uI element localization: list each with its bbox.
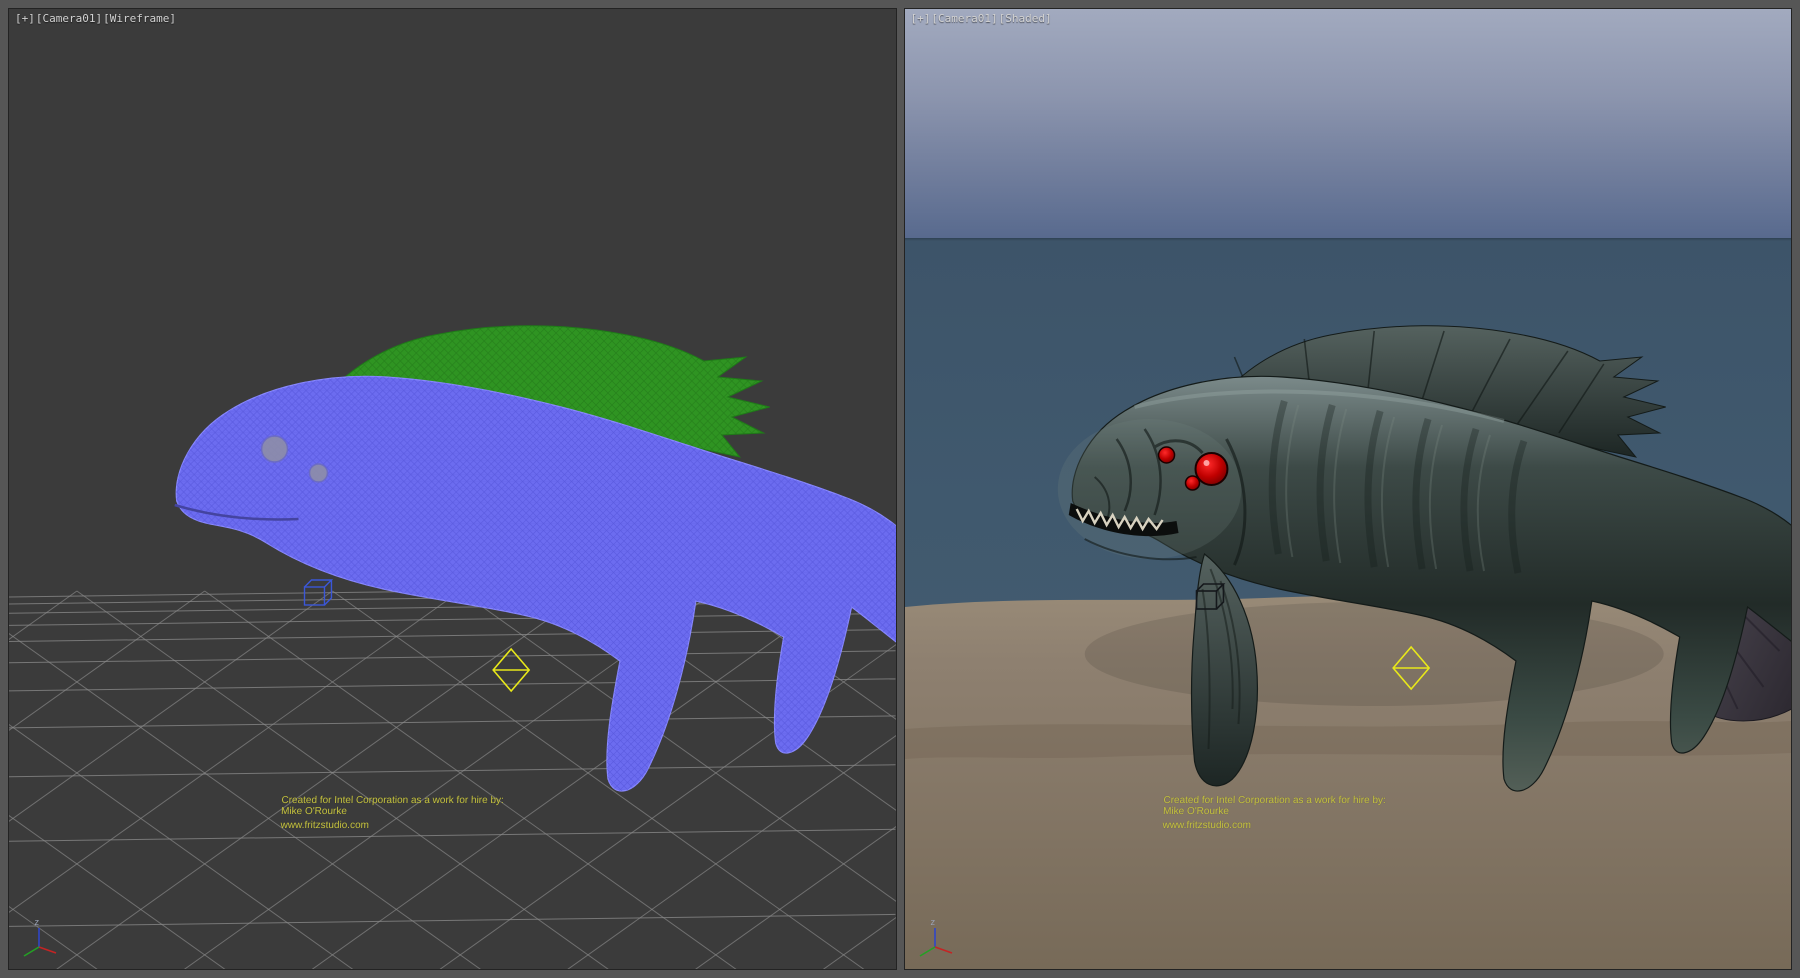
viewport-shaded[interactable]: z Created for Intel Corporation as a wor…	[904, 8, 1793, 970]
box-helper[interactable]	[1196, 584, 1223, 609]
axis-z-label: z	[34, 918, 39, 928]
axis-tripod: z	[19, 913, 63, 961]
axis-z-label: z	[930, 918, 935, 928]
scene-credit-text: Created for Intel Corporation as a work …	[1162, 795, 1386, 831]
viewport-menu-general[interactable]: [+]	[15, 12, 35, 25]
viewport-label: [+][Camera01][Wireframe]	[15, 13, 177, 25]
viewport-area: z Created for Intel Corporation as a wor…	[0, 0, 1800, 978]
axis-tripod: z	[915, 913, 959, 961]
axis-x-line	[935, 947, 952, 953]
viewport-menu-shading[interactable]: [Wireframe]	[103, 12, 176, 25]
box-helper[interactable]	[305, 580, 332, 605]
viewport-label: [+][Camera01][Shaded]	[911, 13, 1053, 25]
credit-line-3: www.fritzstudio.com	[1162, 820, 1385, 831]
axis-y-line	[920, 947, 935, 956]
viewport-menu-general[interactable]: [+]	[911, 12, 931, 25]
dummy-diamond-helper[interactable]	[493, 649, 529, 691]
viewport-menu-shading[interactable]: [Shaded]	[999, 12, 1052, 25]
credit-line-3: www.fritzstudio.com	[280, 820, 503, 831]
viewport-wireframe[interactable]: z Created for Intel Corporation as a wor…	[8, 8, 897, 970]
credit-line-2: Mike O'Rourke	[1162, 806, 1385, 817]
scene-credit-text: Created for Intel Corporation as a work …	[280, 795, 504, 831]
viewport-menu-camera[interactable]: [Camera01]	[36, 12, 102, 25]
axis-y-line	[24, 947, 39, 956]
credit-line-2: Mike O'Rourke	[281, 806, 504, 817]
dummy-diamond-helper[interactable]	[1393, 647, 1429, 689]
viewport-menu-camera[interactable]: [Camera01]	[931, 12, 997, 25]
credit-line-1: Created for Intel Corporation as a work …	[1163, 795, 1386, 806]
credit-line-1: Created for Intel Corporation as a work …	[281, 795, 504, 806]
axis-x-line	[39, 947, 56, 953]
